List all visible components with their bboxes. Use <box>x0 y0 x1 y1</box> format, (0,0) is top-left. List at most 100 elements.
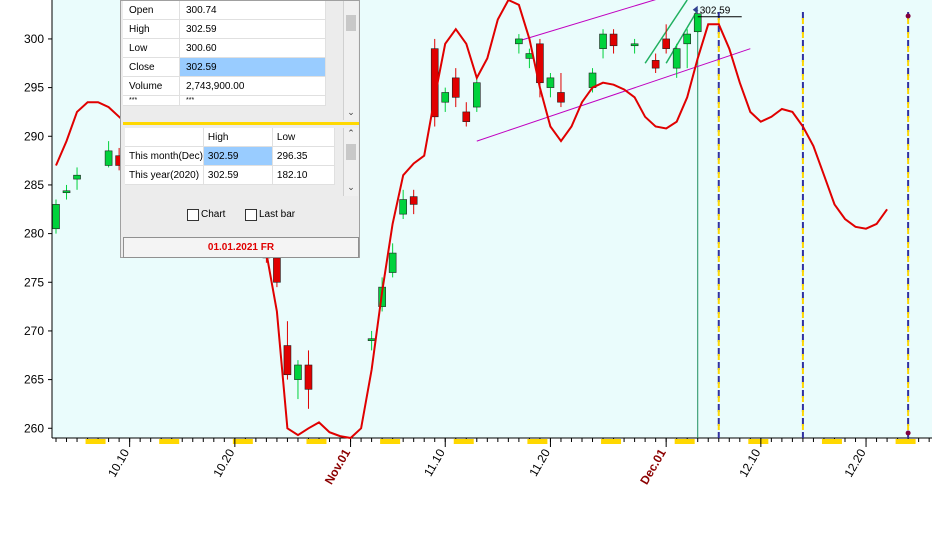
chart-checkbox-label[interactable]: Chart <box>201 209 225 220</box>
x-tick-label: 11.20 <box>526 446 553 479</box>
candle-body <box>557 92 565 103</box>
quote-value-selected[interactable]: 302.59 <box>179 57 326 77</box>
candle-body <box>62 190 71 194</box>
weekend-marker <box>748 439 769 444</box>
quote-label: *** <box>123 95 180 106</box>
quote-row-volume: Volume 2,743,900.00 <box>123 76 326 96</box>
quote-label: Close <box>123 57 180 77</box>
weekend-marker <box>232 439 253 444</box>
range-table: High Low This month(Dec) 302.59 296.35 T… <box>125 128 336 185</box>
candle-body <box>451 77 460 98</box>
weekend-marker <box>453 439 474 444</box>
scroll-thumb[interactable] <box>346 144 356 160</box>
quote-value: *** <box>179 95 326 106</box>
y-tick-label: 265 <box>24 373 44 387</box>
quote-label: Volume <box>123 76 180 96</box>
range-low: 182.10 <box>272 165 336 185</box>
weekend-marker <box>601 439 622 444</box>
candle-body <box>283 345 292 376</box>
x-tick-label: 12.20 <box>841 446 868 479</box>
range-high-selected[interactable]: 302.59 <box>203 146 273 166</box>
weekend-marker <box>527 439 548 444</box>
weekend-marker <box>159 439 180 444</box>
last-bar-checkbox-label[interactable]: Last bar <box>259 209 295 220</box>
quote-scrollbar[interactable]: ⌄ <box>343 1 358 120</box>
scroll-down-arrow-icon[interactable]: ⌄ <box>344 107 358 118</box>
candle-body <box>73 174 81 180</box>
quote-value: 302.59 <box>179 19 326 39</box>
quote-panel: Open 300.74 High 302.59 Low 300.60 Close 302… <box>120 0 360 258</box>
candle-body <box>388 252 397 273</box>
quote-label: Low <box>123 38 180 58</box>
range-high: 302.59 <box>203 165 273 185</box>
marker-dot <box>905 430 911 436</box>
candle-body <box>599 33 607 49</box>
candle-body <box>672 48 681 69</box>
panel-options: Chart Last bar <box>121 205 359 225</box>
quote-row-more: *** *** <box>123 95 326 106</box>
range-row-month: This month(Dec) 302.59 296.35 <box>125 146 336 166</box>
range-label: This month(Dec) <box>125 146 204 166</box>
y-tick-label: 295 <box>24 81 44 95</box>
range-label: This year(2020) <box>125 165 204 185</box>
candle-body <box>367 338 376 341</box>
candle-body <box>399 199 407 215</box>
scroll-down-arrow-icon[interactable]: ⌄ <box>344 182 358 193</box>
candle-body <box>304 364 313 390</box>
range-header <box>125 128 204 147</box>
candle-body <box>472 82 481 108</box>
candle-body <box>546 77 555 88</box>
candle-body <box>462 111 471 122</box>
chart-checkbox[interactable] <box>187 209 199 221</box>
scroll-thumb[interactable] <box>346 15 356 31</box>
quote-row-open: Open 300.74 <box>123 1 326 20</box>
candle-body <box>683 33 692 45</box>
candle-body <box>515 38 523 45</box>
y-tick-label: 275 <box>24 275 44 289</box>
candle-body <box>630 43 639 47</box>
candle-body <box>651 60 660 69</box>
x-tick-label: 12.10 <box>736 446 763 479</box>
x-tick-label: 11.10 <box>421 446 448 479</box>
weekend-marker <box>821 439 842 444</box>
quote-value: 2,743,900.00 <box>179 76 326 96</box>
range-header-row: High Low <box>125 128 336 147</box>
date-label: 01.01.2021 FR <box>123 237 359 258</box>
weekend-marker <box>674 439 695 444</box>
weekend-marker <box>306 439 327 444</box>
quote-table: Open 300.74 High 302.59 Low 300.60 Close 302… <box>123 1 326 106</box>
marker-dot <box>905 13 911 19</box>
x-tick-label: Nov.01 <box>322 446 354 487</box>
panel-divider <box>123 122 359 125</box>
y-tick-label: 300 <box>24 32 44 46</box>
candle-body <box>662 38 670 49</box>
range-scrollbar[interactable]: ⌃ ⌄ <box>343 128 358 196</box>
quote-row-close[interactable]: Close 302.59 <box>123 57 326 77</box>
last-price-label: 302.59 <box>700 6 731 17</box>
candle-body <box>441 92 450 103</box>
candle-body <box>273 257 281 283</box>
weekend-marker <box>85 439 106 444</box>
candle-body <box>104 150 113 166</box>
scroll-up-arrow-icon[interactable]: ⌃ <box>344 128 358 139</box>
y-tick-label: 270 <box>24 324 44 338</box>
x-axis: 10.10 10.20 Nov.01 11.10 11.20 Dec.01 12.10 12.… <box>52 437 932 487</box>
quote-label: Open <box>123 1 180 20</box>
y-tick-label: 290 <box>24 129 44 143</box>
x-tick-label: 10.10 <box>105 446 132 479</box>
candle-body <box>409 196 418 205</box>
weekend-marker <box>895 439 916 444</box>
quote-label: High <box>123 19 180 39</box>
candle-body <box>609 33 618 47</box>
weekend-marker <box>380 439 401 444</box>
y-tick-label: 280 <box>24 227 44 241</box>
last-bar-checkbox[interactable] <box>245 209 257 221</box>
x-tick-label: Dec.01 <box>637 446 669 487</box>
quote-value: 300.74 <box>179 1 326 20</box>
y-tick-label: 260 <box>24 421 44 435</box>
candle-body <box>52 204 60 230</box>
quote-value: 300.60 <box>179 38 326 58</box>
candle-body <box>294 364 302 380</box>
quote-row-high: High 302.59 <box>123 19 326 39</box>
range-header: Low <box>272 128 336 147</box>
